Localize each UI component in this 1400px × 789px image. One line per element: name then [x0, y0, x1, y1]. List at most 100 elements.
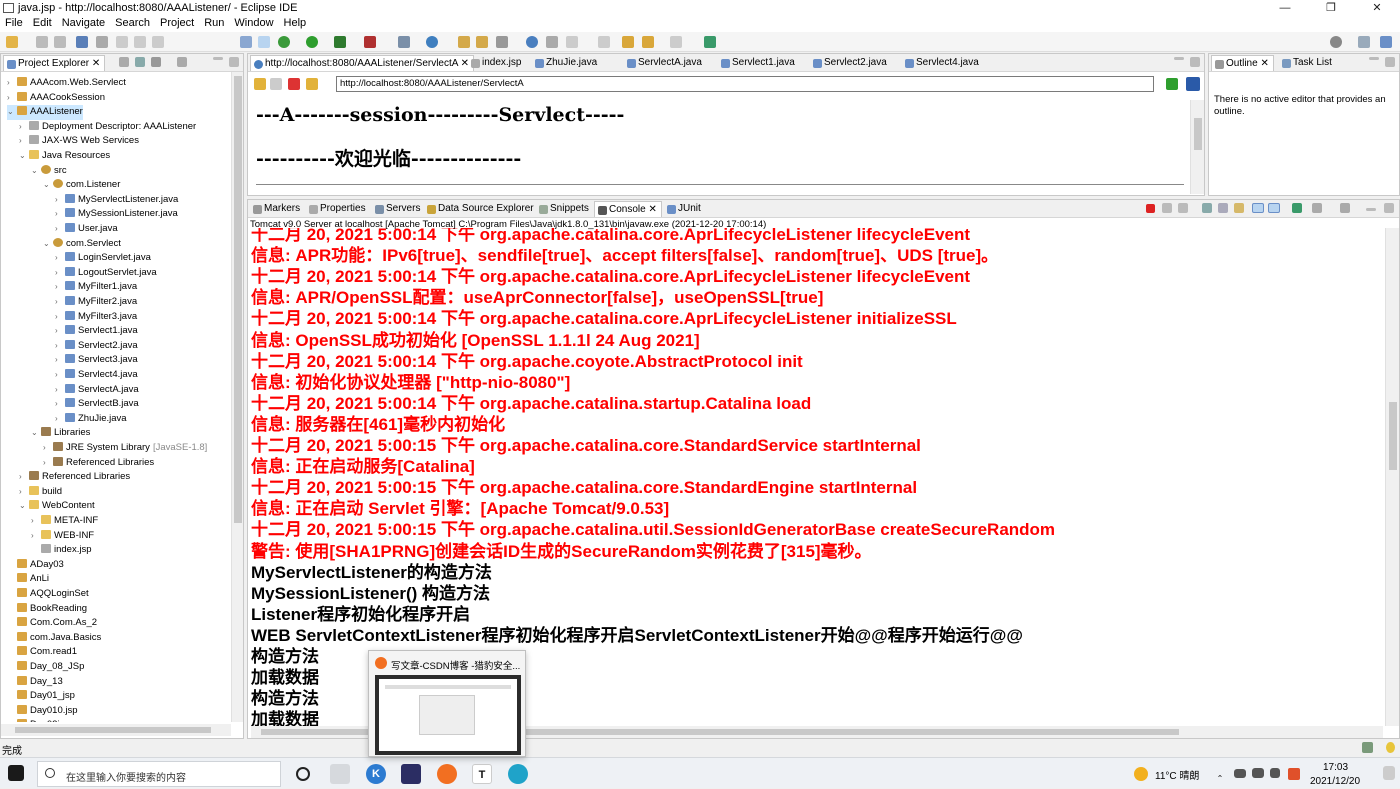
tree-item[interactable]: › Servlect2.java: [55, 339, 138, 354]
maximize-view-icon[interactable]: [229, 57, 239, 67]
tab-task-list[interactable]: Task List: [1279, 55, 1336, 71]
pin-editor-icon[interactable]: [546, 36, 558, 48]
tree-item[interactable]: › Servlect4.java: [55, 368, 138, 383]
tree-item[interactable]: › MySessionListener.java: [55, 207, 178, 222]
progress-icon[interactable]: [1362, 742, 1373, 753]
expanded-chevron-icon[interactable]: ⌄: [43, 178, 53, 192]
tree-item[interactable]: ADay03: [7, 558, 64, 573]
collapsed-chevron-icon[interactable]: ›: [55, 295, 65, 309]
open-task-icon[interactable]: [476, 36, 488, 48]
scroll-lock-icon[interactable]: [1202, 203, 1212, 213]
back-icon[interactable]: [642, 36, 654, 48]
external-tools-icon[interactable]: [364, 36, 376, 48]
expanded-chevron-icon[interactable]: ⌄: [31, 164, 41, 178]
collapsed-chevron-icon[interactable]: ›: [55, 412, 65, 426]
collapsed-chevron-icon[interactable]: ›: [55, 353, 65, 367]
eclipse-taskbar-icon[interactable]: [401, 764, 421, 784]
expanded-chevron-icon[interactable]: ⌄: [7, 105, 17, 119]
tree-item[interactable]: › ServlectA.java: [55, 383, 139, 398]
collapsed-chevron-icon[interactable]: ›: [55, 383, 65, 397]
minimize-editor-icon[interactable]: [1174, 57, 1184, 60]
tree-item[interactable]: › Servlect1.java: [55, 324, 138, 339]
menu-search[interactable]: Search: [110, 16, 155, 30]
tree-item[interactable]: Day01_jsp: [7, 689, 75, 704]
tree-item[interactable]: › User.java: [55, 222, 118, 237]
open-external-browser-icon[interactable]: [1186, 77, 1200, 91]
minimize-button[interactable]: —: [1262, 0, 1308, 16]
filter-icon[interactable]: [151, 57, 161, 67]
collapsed-chevron-icon[interactable]: ›: [7, 91, 17, 105]
forward-icon[interactable]: [670, 36, 682, 48]
tab-browser-servlecta[interactable]: http://localhost:8080/AAAListener/Servle…: [250, 55, 475, 71]
url-input[interactable]: http://localhost:8080/AAAListener/Servle…: [336, 76, 1154, 92]
tab-servers[interactable]: Servers: [372, 201, 424, 217]
collapsed-chevron-icon[interactable]: ›: [43, 456, 53, 470]
taskbar-thumbnail-popup[interactable]: 写文章-CSDN博客 -猎豹安全...: [368, 650, 526, 757]
maximize-button[interactable]: ❐: [1308, 0, 1354, 16]
tree-item[interactable]: › LogoutServlet.java: [55, 266, 157, 281]
open-console-icon[interactable]: [1340, 203, 1350, 213]
show-console-on-output-icon[interactable]: [1252, 203, 1264, 213]
search-icon[interactable]: [1330, 36, 1342, 48]
run-icon[interactable]: [306, 36, 318, 48]
collapsed-chevron-icon[interactable]: ›: [55, 266, 65, 280]
tree-item[interactable]: › MyFilter3.java: [55, 310, 137, 325]
tree-item[interactable]: › MyServlectListener.java: [55, 193, 178, 208]
menu-file[interactable]: File: [0, 16, 28, 30]
new-icon[interactable]: [6, 36, 18, 48]
collapsed-chevron-icon[interactable]: ›: [31, 529, 41, 543]
tree-item[interactable]: › ZhuJie.java: [55, 412, 127, 427]
last-edit-icon[interactable]: [622, 36, 634, 48]
tree-item[interactable]: › AAAcom.Web.Servlect: [7, 76, 126, 91]
tree-item[interactable]: Com.read1: [7, 645, 77, 660]
battery-icon[interactable]: [1234, 769, 1246, 778]
collapsed-chevron-icon[interactable]: ›: [19, 134, 29, 148]
debug-icon[interactable]: [278, 36, 290, 48]
suspend-icon[interactable]: [134, 36, 146, 48]
show-stdout-icon[interactable]: [1218, 203, 1228, 213]
cheetah-browser-icon[interactable]: [437, 764, 457, 784]
maximize-outline-icon[interactable]: [1385, 57, 1395, 67]
show-hidden-icons-icon[interactable]: ⌃: [1216, 769, 1224, 783]
thumbnail-preview[interactable]: [375, 675, 521, 755]
collapsed-chevron-icon[interactable]: ›: [55, 397, 65, 411]
network-icon[interactable]: [1252, 768, 1264, 778]
menu-project[interactable]: Project: [155, 16, 199, 30]
minimize-outline-icon[interactable]: [1369, 57, 1379, 60]
toggle-block-selection-icon[interactable]: [258, 36, 270, 48]
resume-icon[interactable]: [116, 36, 128, 48]
show-console-on-error-icon[interactable]: [1268, 203, 1280, 213]
collapsed-chevron-icon[interactable]: ›: [31, 514, 41, 528]
remove-launch-icon[interactable]: [1162, 203, 1172, 213]
tree-item[interactable]: com.Java.Basics: [7, 631, 101, 646]
tree-item[interactable]: › build: [19, 485, 62, 500]
collapsed-chevron-icon[interactable]: ›: [55, 207, 65, 221]
tree-item[interactable]: › ServlectB.java: [55, 397, 139, 412]
coverage-icon[interactable]: [334, 36, 346, 48]
task-view-icon[interactable]: [330, 764, 350, 784]
perspective-icon[interactable]: [1358, 36, 1370, 48]
windows-start-icon[interactable]: [8, 765, 24, 781]
tree-item[interactable]: AnLi: [7, 572, 49, 587]
collapsed-chevron-icon[interactable]: ›: [55, 251, 65, 265]
tree-item[interactable]: › JRE System Library [JavaSE-1.8]: [43, 441, 207, 456]
skip-breakpoints-icon[interactable]: [96, 36, 108, 48]
tree-item[interactable]: ⌄ src: [31, 164, 67, 179]
expanded-chevron-icon[interactable]: ⌄: [19, 499, 29, 513]
tree-item[interactable]: AQQLoginSet: [7, 587, 89, 602]
tree-item[interactable]: Day010.jsp: [7, 704, 78, 719]
collapsed-chevron-icon[interactable]: ›: [55, 222, 65, 236]
project-tree-hscrollbar[interactable]: [1, 724, 231, 736]
view-menu-icon[interactable]: [177, 57, 187, 67]
toggle-mark-occurrences-icon[interactable]: [240, 36, 252, 48]
tab-zhujie-java[interactable]: ZhuJie.java: [532, 55, 601, 71]
tree-item[interactable]: › Referenced Libraries: [19, 470, 130, 485]
link-with-editor-icon[interactable]: [135, 57, 145, 67]
expanded-chevron-icon[interactable]: ⌄: [43, 237, 53, 251]
terminate-console-icon[interactable]: [1146, 204, 1155, 213]
collapsed-chevron-icon[interactable]: ›: [55, 339, 65, 353]
tree-item[interactable]: Day02jsp: [7, 718, 70, 722]
tree-item[interactable]: ⌄ com.Listener: [43, 178, 120, 193]
project-tree-scroll-thumb[interactable]: [234, 76, 242, 523]
collapsed-chevron-icon[interactable]: ›: [55, 368, 65, 382]
